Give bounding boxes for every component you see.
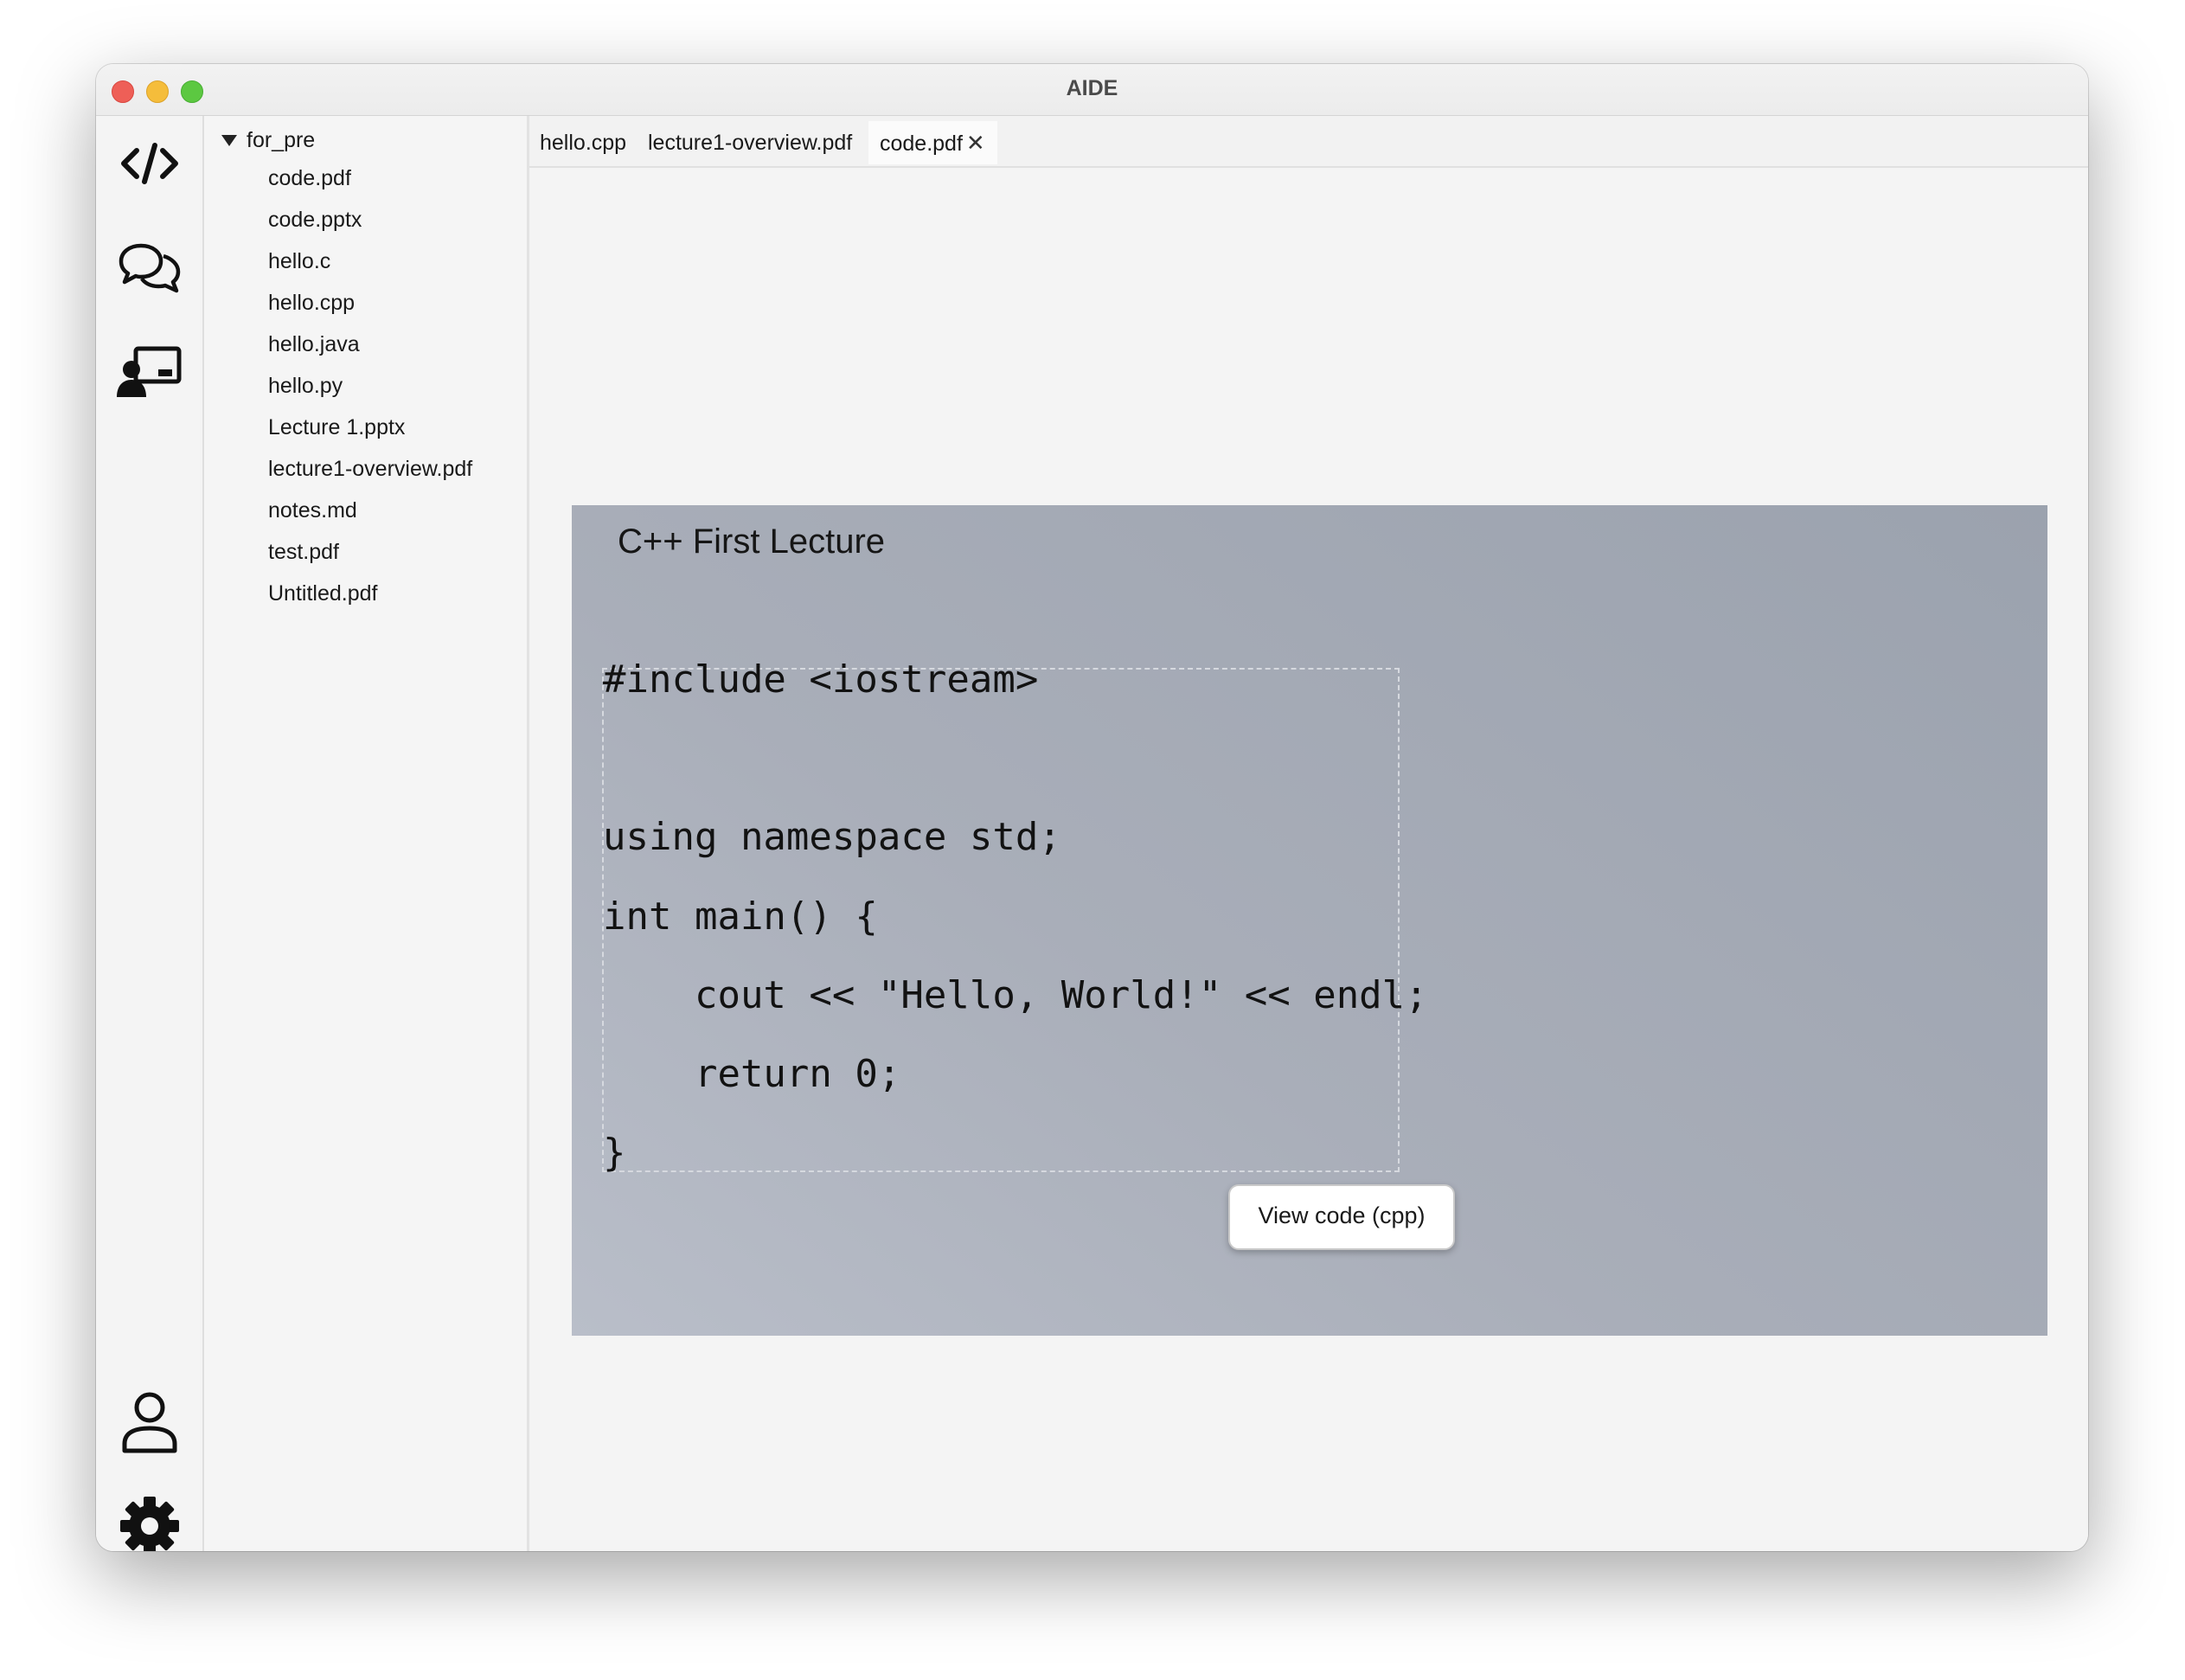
code-line: int main() { xyxy=(603,895,878,939)
editor-area: hello.cpp lecture1-overview.pdf code.pdf… xyxy=(529,116,2088,1551)
view-code-button[interactable]: View code (cpp) xyxy=(1228,1184,1455,1250)
code-line: #include <iostream> xyxy=(603,657,1039,702)
file-item[interactable]: code.pptx xyxy=(204,199,472,240)
settings-gear-icon[interactable] xyxy=(115,1491,184,1551)
caret-down-icon[interactable] xyxy=(221,134,237,146)
code-line: return 0; xyxy=(603,1052,901,1096)
window-title: AIDE xyxy=(1066,76,1118,100)
file-item[interactable]: test.pdf xyxy=(204,531,472,573)
slide-title: C++ First Lecture xyxy=(618,523,886,561)
code-line: cout << "Hello, World!" << endl; xyxy=(603,973,1428,1017)
tab-lecture1-overview-pdf[interactable]: lecture1-overview.pdf xyxy=(648,121,852,164)
tab-label: hello.cpp xyxy=(540,131,627,155)
close-tab-icon[interactable]: ✕ xyxy=(966,121,985,164)
app-window: AIDE for_pre code.pdf code.pptx hello.c … xyxy=(96,64,2088,1551)
file-item[interactable]: Lecture 1.pptx xyxy=(204,407,472,448)
folder-for-pre[interactable]: for_pre xyxy=(204,123,315,157)
file-item[interactable]: hello.c xyxy=(204,240,472,282)
presentation-icon[interactable] xyxy=(115,337,184,406)
tab-label: lecture1-overview.pdf xyxy=(648,131,853,155)
chat-icon[interactable] xyxy=(115,233,184,302)
code-line: using namespace std; xyxy=(603,815,1061,859)
file-item[interactable]: lecture1-overview.pdf xyxy=(204,448,472,490)
title-bar[interactable]: AIDE xyxy=(96,64,2088,116)
tab-bar: hello.cpp lecture1-overview.pdf code.pdf… xyxy=(529,116,2088,168)
folder-label: for_pre xyxy=(247,127,316,152)
code-icon[interactable] xyxy=(115,129,184,198)
tab-hello-cpp[interactable]: hello.cpp xyxy=(540,121,626,164)
pdf-slide: C++ First Lecture #include <iostream> us… xyxy=(572,505,2047,1336)
file-item[interactable]: hello.py xyxy=(204,365,472,407)
file-item[interactable]: hello.cpp xyxy=(204,282,472,324)
file-list: code.pdf code.pptx hello.c hello.cpp hello.j… xyxy=(204,157,472,614)
file-item[interactable]: hello.java xyxy=(204,324,472,365)
activity-bar xyxy=(96,116,204,1551)
tab-code-pdf[interactable]: code.pdf ✕ xyxy=(868,121,997,164)
file-item[interactable]: code.pdf xyxy=(204,157,472,199)
file-explorer: for_pre code.pdf code.pptx hello.c hello.cp… xyxy=(204,116,529,1551)
code-line: } xyxy=(603,1131,626,1175)
file-item[interactable]: Untitled.pdf xyxy=(204,573,472,614)
user-icon[interactable] xyxy=(115,1388,184,1457)
file-item[interactable]: notes.md xyxy=(204,490,472,531)
tab-label: code.pdf xyxy=(880,131,963,156)
